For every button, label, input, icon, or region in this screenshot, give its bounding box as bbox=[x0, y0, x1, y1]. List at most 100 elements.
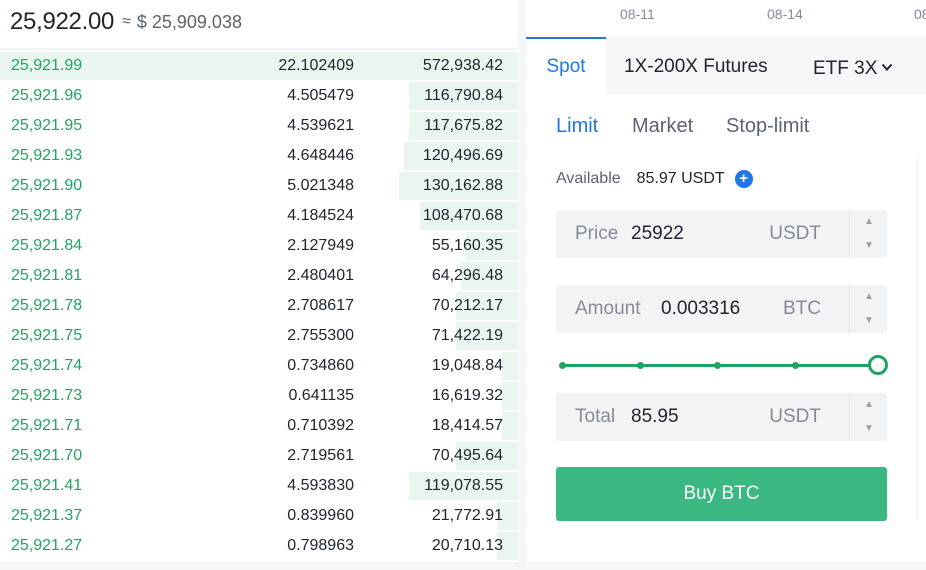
row-amount: 5.021348 bbox=[287, 177, 354, 194]
row-amount: 4.593830 bbox=[287, 477, 354, 494]
price-stepper: ▲ ▼ bbox=[849, 210, 887, 258]
row-price: 25,921.41 bbox=[11, 477, 83, 494]
order-book-row[interactable]: 25,921.71 0.710392 18,414.57 bbox=[0, 411, 518, 441]
order-book-row[interactable]: 25,921.75 2.755300 71,422.19 bbox=[0, 321, 518, 351]
order-book-row[interactable]: 25,921.78 2.708617 70,212.17 bbox=[0, 291, 518, 321]
buy-button[interactable]: Buy BTC bbox=[556, 467, 887, 521]
market-tabs: Spot 1X-200X Futures ETF 3X bbox=[526, 37, 926, 94]
row-total: 119,078.55 bbox=[424, 477, 503, 494]
last-price-header: 25,922.00 ≈ $ 25,909.038 bbox=[0, 0, 518, 44]
order-type-stop-limit[interactable]: Stop-limit bbox=[726, 115, 809, 138]
tab-futures[interactable]: 1X-200X Futures bbox=[624, 37, 768, 94]
slider-mark[interactable] bbox=[714, 362, 721, 369]
depth-bar bbox=[502, 412, 518, 440]
row-amount: 4.539621 bbox=[287, 117, 354, 134]
fiat-price: $ 25,909.038 bbox=[136, 11, 242, 32]
order-book-row[interactable]: 25,921.27 0.798963 20,710.13 bbox=[0, 531, 518, 561]
available-balance: Available 85.97 USDT + bbox=[556, 170, 753, 188]
date-tick: 08-14 bbox=[767, 6, 803, 22]
total-field[interactable]: Total 85.95 USDT ▲ ▼ bbox=[556, 393, 887, 441]
row-price: 25,921.75 bbox=[11, 327, 83, 344]
amount-label: Amount bbox=[575, 298, 641, 319]
row-amount: 4.505479 bbox=[287, 87, 354, 104]
total-stepper: ▲ ▼ bbox=[849, 393, 887, 441]
row-total: 120,496.69 bbox=[422, 147, 503, 164]
row-price: 25,921.99 bbox=[11, 57, 83, 74]
order-book-row[interactable]: 25,921.87 4.184524 108,470.68 bbox=[0, 201, 518, 231]
row-total: 55,160.35 bbox=[431, 237, 503, 254]
order-book-row[interactable]: 25,921.37 0.839960 21,772.91 bbox=[0, 501, 518, 531]
amount-input[interactable]: 0.003316 bbox=[661, 298, 740, 320]
row-price: 25,921.74 bbox=[11, 357, 83, 374]
row-price: 25,921.84 bbox=[11, 237, 83, 254]
panel-divider bbox=[917, 158, 918, 520]
amount-slider[interactable] bbox=[559, 355, 888, 375]
row-total: 18,414.57 bbox=[431, 417, 503, 434]
amount-field[interactable]: Amount 0.003316 BTC ▲ ▼ bbox=[556, 285, 887, 333]
slider-mark[interactable] bbox=[559, 362, 566, 369]
date-tick: 08-11 bbox=[620, 6, 655, 22]
caret-down-icon[interactable]: ▼ bbox=[850, 234, 888, 258]
row-amount: 2.127949 bbox=[287, 237, 354, 254]
chevron-down-icon bbox=[881, 37, 893, 97]
row-price: 25,921.96 bbox=[11, 87, 83, 104]
order-book-row[interactable]: 25,921.96 4.505479 116,790.84 bbox=[0, 81, 518, 111]
plus-circle-icon[interactable]: + bbox=[734, 170, 753, 188]
row-total: 116,790.84 bbox=[424, 87, 503, 104]
order-book-row[interactable]: 25,921.73 0.641135 16,619.32 bbox=[0, 381, 518, 411]
tab-spot[interactable]: Spot bbox=[526, 37, 606, 94]
row-total: 20,710.13 bbox=[431, 537, 503, 554]
order-book-row[interactable]: 25,921.74 0.734860 19,048.84 bbox=[0, 351, 518, 381]
row-price: 25,921.93 bbox=[11, 147, 83, 164]
caret-up-icon[interactable]: ▲ bbox=[850, 285, 888, 309]
caret-up-icon[interactable]: ▲ bbox=[850, 210, 888, 234]
total-input[interactable]: 85.95 bbox=[631, 406, 679, 428]
chart-date-axis: 08-11 08-14 08 bbox=[526, 0, 926, 36]
header-divider bbox=[0, 48, 518, 50]
row-total: 572,938.42 bbox=[422, 57, 503, 74]
trade-panel: 08-11 08-14 08 Spot 1X-200X Futures ETF … bbox=[526, 0, 926, 562]
order-type-market[interactable]: Market bbox=[632, 115, 693, 138]
price-unit: USDT bbox=[769, 223, 821, 244]
row-amount: 2.480401 bbox=[287, 267, 354, 284]
order-book-row[interactable]: 25,921.41 4.593830 119,078.55 bbox=[0, 471, 518, 501]
slider-handle[interactable] bbox=[868, 355, 888, 375]
approx-symbol: ≈ bbox=[122, 13, 131, 30]
slider-mark[interactable] bbox=[792, 362, 799, 369]
row-price: 25,921.71 bbox=[11, 417, 83, 434]
order-book-row[interactable]: 25,921.70 2.719561 70,495.64 bbox=[0, 441, 518, 471]
available-value: 85.97 USDT bbox=[636, 170, 725, 187]
row-total: 64,296.48 bbox=[431, 267, 503, 284]
panel-gutter bbox=[518, 0, 526, 570]
depth-bar bbox=[502, 352, 518, 380]
price-field[interactable]: Price 25922 USDT ▲ ▼ bbox=[556, 210, 887, 258]
order-book-row[interactable]: 25,921.90 5.021348 130,162.88 bbox=[0, 171, 518, 201]
order-book-row[interactable]: 25,921.95 4.539621 117,675.82 bbox=[0, 111, 518, 141]
row-price: 25,921.78 bbox=[11, 297, 83, 314]
date-tick: 08 bbox=[914, 6, 926, 22]
caret-down-icon[interactable]: ▼ bbox=[850, 417, 888, 441]
order-book-row[interactable]: 25,921.93 4.648446 120,496.69 bbox=[0, 141, 518, 171]
row-price: 25,921.95 bbox=[11, 117, 83, 134]
order-book-row[interactable]: 25,921.81 2.480401 64,296.48 bbox=[0, 261, 518, 291]
order-type-limit[interactable]: Limit bbox=[556, 115, 598, 138]
row-total: 70,212.17 bbox=[431, 297, 503, 314]
tab-etf[interactable]: ETF 3X bbox=[813, 37, 893, 94]
price-input[interactable]: 25922 bbox=[631, 223, 684, 245]
caret-up-icon[interactable]: ▲ bbox=[850, 393, 888, 417]
row-amount: 0.734860 bbox=[287, 357, 354, 374]
row-total: 70,495.64 bbox=[431, 447, 503, 464]
row-amount: 0.641135 bbox=[288, 387, 354, 404]
order-book-row[interactable]: 25,921.99 22.102409 572,938.42 bbox=[0, 51, 518, 81]
total-unit: USDT bbox=[769, 406, 821, 427]
row-price: 25,921.73 bbox=[11, 387, 83, 404]
total-label: Total bbox=[575, 406, 616, 427]
order-book-row[interactable]: 25,921.84 2.127949 55,160.35 bbox=[0, 231, 518, 261]
slider-mark[interactable] bbox=[637, 362, 644, 369]
row-price: 25,921.81 bbox=[11, 267, 83, 284]
row-total: 19,048.84 bbox=[431, 357, 503, 374]
last-price: 25,922.00 bbox=[10, 8, 115, 35]
row-price: 25,921.27 bbox=[11, 537, 83, 554]
caret-down-icon[interactable]: ▼ bbox=[850, 309, 888, 333]
row-price: 25,921.37 bbox=[11, 507, 83, 524]
